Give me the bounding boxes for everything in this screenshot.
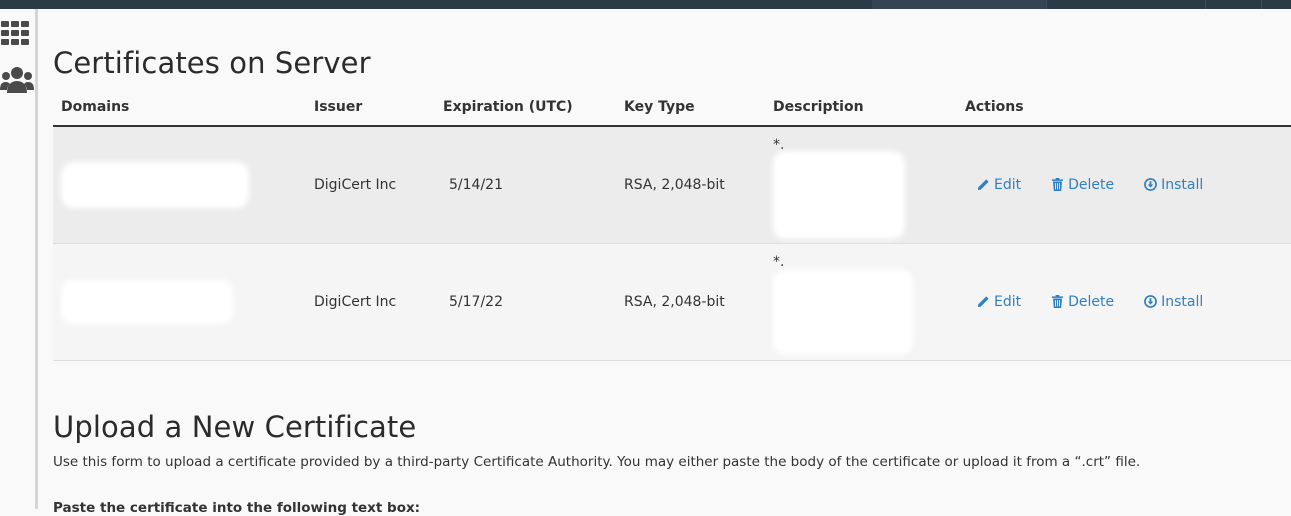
description-cell: *. — [765, 243, 957, 361]
column-header-domains[interactable]: Domains — [53, 89, 306, 127]
issuer-cell: DigiCert Inc — [306, 243, 435, 361]
paste-certificate-label: Paste the certificate into the following… — [53, 500, 421, 516]
users-icon[interactable] — [0, 66, 34, 98]
top-bar-divider — [1261, 0, 1262, 9]
top-navigation-bar — [0, 0, 1291, 9]
domain-cell-redacted — [53, 243, 306, 361]
actions-cell: Edit Delete Install — [957, 126, 1291, 244]
download-circle-icon — [1144, 295, 1158, 308]
delete-button[interactable]: Delete — [1051, 177, 1114, 193]
table-row: DigiCert Inc 5/17/22 RSA, 2,048-bit *. E… — [53, 243, 1291, 361]
description-prefix: *. — [773, 253, 785, 270]
issuer-cell: DigiCert Inc — [306, 126, 435, 244]
certificates-table: Domains Issuer Expiration (UTC) Key Type… — [53, 89, 1291, 361]
delete-button[interactable]: Delete — [1051, 294, 1114, 310]
install-button[interactable]: Install — [1144, 177, 1203, 193]
column-header-key-type[interactable]: Key Type — [616, 89, 765, 127]
pencil-icon — [977, 179, 989, 191]
column-header-expiration[interactable]: Expiration (UTC) — [435, 89, 616, 127]
certificates-section-title: Certificates on Server — [53, 46, 371, 80]
download-circle-icon — [1144, 178, 1158, 192]
column-header-description[interactable]: Description — [765, 89, 957, 127]
expiration-cell: 5/17/22 — [435, 243, 616, 361]
edit-label: Edit — [994, 293, 1022, 310]
edit-button[interactable]: Edit — [977, 294, 1021, 310]
delete-label: Delete — [1068, 176, 1115, 193]
top-bar-divider — [1046, 0, 1047, 9]
trash-icon — [1052, 295, 1064, 308]
column-header-actions: Actions — [957, 89, 1291, 127]
top-bar-segment[interactable] — [872, 0, 1046, 9]
redacted-block — [61, 279, 233, 324]
delete-label: Delete — [1068, 293, 1115, 310]
redacted-block — [773, 269, 913, 354]
redacted-block — [61, 161, 249, 208]
key-type-cell: RSA, 2,048-bit — [616, 126, 765, 244]
install-button[interactable]: Install — [1144, 294, 1203, 310]
pencil-icon — [977, 296, 989, 308]
apps-grid-icon[interactable] — [0, 20, 31, 50]
upload-description: Use this form to upload a certificate pr… — [53, 454, 1141, 470]
key-type-cell: RSA, 2,048-bit — [616, 243, 765, 361]
table-header-row: Domains Issuer Expiration (UTC) Key Type… — [53, 89, 1291, 127]
edit-label: Edit — [994, 176, 1022, 193]
actions-cell: Edit Delete Install — [957, 243, 1291, 361]
upload-section-title: Upload a New Certificate — [53, 410, 417, 444]
table-row: DigiCert Inc 5/14/21 RSA, 2,048-bit *. E… — [53, 126, 1291, 244]
description-cell: *. — [765, 126, 957, 244]
column-header-issuer[interactable]: Issuer — [306, 89, 435, 127]
install-label: Install — [1161, 176, 1204, 193]
sidebar — [0, 9, 38, 509]
expiration-cell: 5/14/21 — [435, 126, 616, 244]
edit-button[interactable]: Edit — [977, 177, 1021, 193]
top-bar-divider — [1205, 0, 1206, 9]
install-label: Install — [1161, 293, 1204, 310]
trash-icon — [1052, 178, 1064, 192]
domain-cell-redacted — [53, 126, 306, 244]
redacted-block — [773, 150, 905, 239]
